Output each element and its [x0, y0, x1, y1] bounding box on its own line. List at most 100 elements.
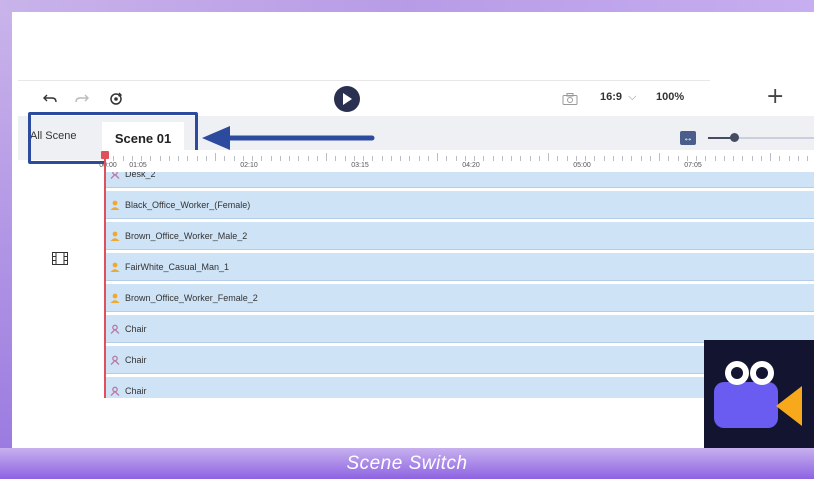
ruler-tick [418, 156, 420, 161]
track-label: Chair [125, 354, 147, 365]
ruler-tick [649, 156, 651, 161]
aspect-ratio-value: 16:9 [600, 91, 623, 103]
timeline-track[interactable]: Brown_Office_Worker_Female_2 [104, 284, 814, 312]
timeline-track[interactable]: FairWhite_Casual_Man_1 [104, 253, 814, 281]
ruler-tick [612, 156, 614, 161]
ruler-tick [705, 156, 707, 161]
ruler-tick [742, 156, 744, 161]
timeline-track[interactable]: Desk_2 [104, 172, 814, 188]
object-icon [110, 324, 120, 334]
left-frame-border [0, 12, 12, 448]
ruler-tick [520, 156, 522, 161]
ruler-tick [659, 153, 660, 161]
object-icon [110, 386, 120, 396]
ruler-tick [631, 156, 633, 161]
ruler-tick [298, 156, 300, 161]
ruler-tick [464, 156, 466, 161]
ruler-tick [187, 156, 189, 161]
ruler-time-label: 03:15 [351, 162, 369, 169]
ruler-tick [668, 156, 670, 161]
reset-icon[interactable] [106, 88, 126, 110]
ruler-tick [529, 156, 531, 161]
ruler-tick [196, 156, 198, 161]
ruler-tick [797, 156, 799, 161]
ruler-tick [511, 156, 512, 161]
object-icon [110, 355, 120, 365]
ruler-tick [307, 156, 309, 161]
track-label: Desk_2 [125, 172, 156, 179]
ruler-tick [686, 156, 688, 161]
play-button[interactable] [334, 86, 360, 112]
timeline-track[interactable]: Chair [104, 315, 814, 343]
fit-width-icon[interactable]: ↔ [680, 131, 696, 145]
ruler-tick [779, 156, 781, 161]
ruler-tick [733, 156, 734, 161]
undo-icon[interactable] [40, 88, 60, 110]
timeline-editor: 16:9 ⌵ 100% + All Scene Scene 01 ↔ 00:00… [18, 80, 814, 398]
ruler-tick [566, 156, 568, 161]
ruler-tick [455, 156, 457, 161]
ruler-tick [316, 156, 318, 161]
zoom-percent[interactable]: 100% [656, 91, 684, 103]
caption-bar: Scene Switch [0, 448, 814, 479]
ruler-tick [122, 156, 124, 161]
ruler-tick [390, 156, 392, 161]
chevron-down-icon: ⌵ [628, 91, 637, 103]
ruler-tick [696, 156, 697, 161]
track-label: Chair [125, 385, 147, 396]
ruler-tick [446, 156, 448, 161]
ruler-tick [788, 156, 790, 161]
ruler-tick [150, 156, 152, 161]
timeline-track[interactable]: Black_Office_Worker_(Female) [104, 191, 814, 219]
add-icon[interactable]: + [766, 83, 784, 111]
film-icon [52, 252, 68, 270]
person-icon [110, 200, 120, 210]
ruler-tick [159, 156, 161, 161]
timeline-ruler[interactable]: 00:00 01:05 02:10 03:15 04:20 05:00 07:05 [99, 150, 814, 172]
track-label: Chair [125, 323, 147, 334]
ruler-tick [474, 156, 475, 161]
ruler-tick [557, 156, 559, 161]
ruler-tick [575, 156, 577, 161]
object-icon [110, 172, 120, 179]
ruler-tick [677, 156, 679, 161]
ruler-tick [760, 156, 762, 161]
ruler-tick [483, 156, 485, 161]
redo-icon[interactable] [72, 88, 92, 110]
ruler-tick [437, 153, 438, 161]
ruler-time-label: 04:20 [462, 162, 480, 169]
app-logo [704, 340, 814, 454]
ruler-tick [289, 156, 290, 161]
ruler-tick [770, 153, 771, 161]
ruler-tick [270, 156, 272, 161]
person-icon [110, 231, 120, 241]
ruler-tick [168, 156, 170, 161]
track-label: Brown_Office_Worker_Male_2 [125, 230, 248, 241]
ruler-tick [400, 156, 401, 161]
camera-logo-icon [714, 361, 802, 428]
ruler-tick [141, 156, 142, 161]
ruler-tick [178, 156, 179, 161]
zoom-slider-handle[interactable] [730, 133, 739, 142]
ruler-tick [427, 156, 429, 161]
playhead[interactable] [104, 152, 106, 398]
play-icon [343, 93, 352, 105]
caption-text: Scene Switch [346, 453, 468, 474]
aspect-ratio-select[interactable]: 16:9 ⌵ [600, 91, 636, 104]
ruler-tick [603, 156, 605, 161]
playhead-handle[interactable] [101, 151, 109, 159]
ruler-tick [242, 156, 244, 161]
ruler-tick [381, 156, 383, 161]
person-icon [110, 262, 120, 272]
ruler-tick [723, 156, 725, 161]
ruler-time-label: 07:05 [684, 162, 702, 169]
ruler-tick [372, 156, 374, 161]
track-gutter [18, 172, 104, 398]
ruler-tick [640, 156, 642, 161]
camera-icon[interactable] [560, 88, 580, 110]
ruler-tick [113, 156, 115, 161]
ruler-tick [335, 156, 337, 161]
ruler-tick [215, 153, 216, 161]
timeline-track[interactable]: Brown_Office_Worker_Male_2 [104, 222, 814, 250]
ruler-tick [205, 156, 207, 161]
